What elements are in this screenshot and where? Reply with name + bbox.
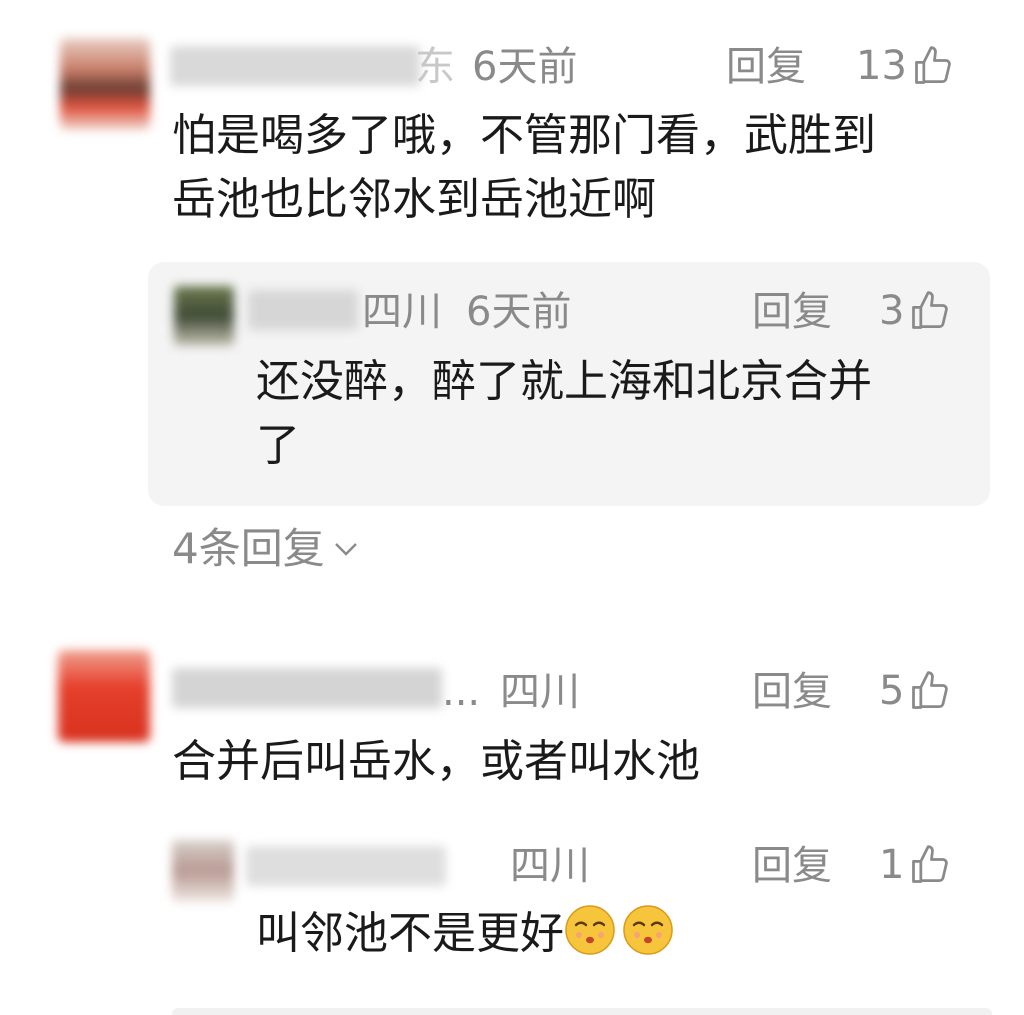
username[interactable] — [172, 668, 442, 708]
reply-text: 叫邻池不是更好 — [256, 902, 674, 966]
reply-button[interactable]: 回复 — [726, 47, 806, 87]
like-button[interactable]: 13 — [856, 44, 955, 88]
reply-text-content: 叫邻池不是更好 — [256, 908, 564, 959]
user-location: 东 — [415, 44, 455, 90]
like-count: 1 — [879, 842, 905, 888]
thumbs-up-icon — [912, 845, 949, 883]
reply-text-line: 了 — [256, 419, 300, 471]
thumbs-up-icon — [912, 671, 949, 709]
username-ellipsis: ... — [442, 669, 481, 715]
next-reply-box-edge — [172, 1008, 992, 1015]
reply-text-line: 还没醉，醉了就上海和北京合并 — [256, 356, 872, 407]
avatar[interactable] — [58, 650, 150, 742]
user-location: 四川 — [500, 669, 580, 715]
reply-box: 四川 6天前 回复 3 还没醉，醉了就上海和北京合并 了 — [148, 262, 990, 506]
user-location: 四川 — [510, 843, 590, 889]
more-replies-label: 4条回复 — [172, 524, 325, 573]
comment-time: 6天前 — [472, 44, 578, 90]
reply-button[interactable]: 回复 — [752, 672, 832, 712]
username[interactable] — [170, 46, 420, 86]
username[interactable] — [248, 290, 358, 330]
thumbs-up-icon — [915, 46, 951, 84]
comment-text-line: 怕是喝多了哦，不管那门看，武胜到 — [172, 110, 876, 161]
like-count: 3 — [879, 288, 905, 334]
reply-button[interactable]: 回复 — [752, 292, 832, 332]
comment-text: 合并后叫岳水，或者叫水池 — [172, 736, 700, 787]
more-replies-link[interactable]: 4条回复 — [172, 528, 359, 570]
avatar[interactable] — [60, 38, 150, 130]
comment-text: 怕是喝多了哦，不管那门看，武胜到 岳池也比邻水到岳池近啊 — [172, 104, 972, 232]
username[interactable] — [246, 846, 446, 886]
like-button[interactable]: 1 — [879, 843, 952, 887]
user-location: 四川 — [362, 289, 442, 335]
comment-text-line: 岳池也比邻水到岳池近啊 — [172, 173, 656, 225]
like-button[interactable]: 5 — [879, 669, 952, 713]
like-count: 5 — [879, 668, 905, 714]
chevron-down-icon — [334, 543, 357, 556]
like-button[interactable]: 3 — [879, 289, 952, 333]
reply-button[interactable]: 回复 — [752, 846, 832, 886]
like-count: 13 — [856, 43, 907, 89]
reply-text: 还没醉，醉了就上海和北京合并 了 — [256, 350, 956, 478]
shushing-face-emoji — [623, 905, 673, 955]
avatar[interactable] — [172, 840, 234, 902]
shushing-face-emoji — [565, 905, 615, 955]
thumbs-up-icon — [912, 291, 949, 329]
reply-time: 6天前 — [466, 289, 572, 335]
avatar[interactable] — [174, 286, 234, 346]
